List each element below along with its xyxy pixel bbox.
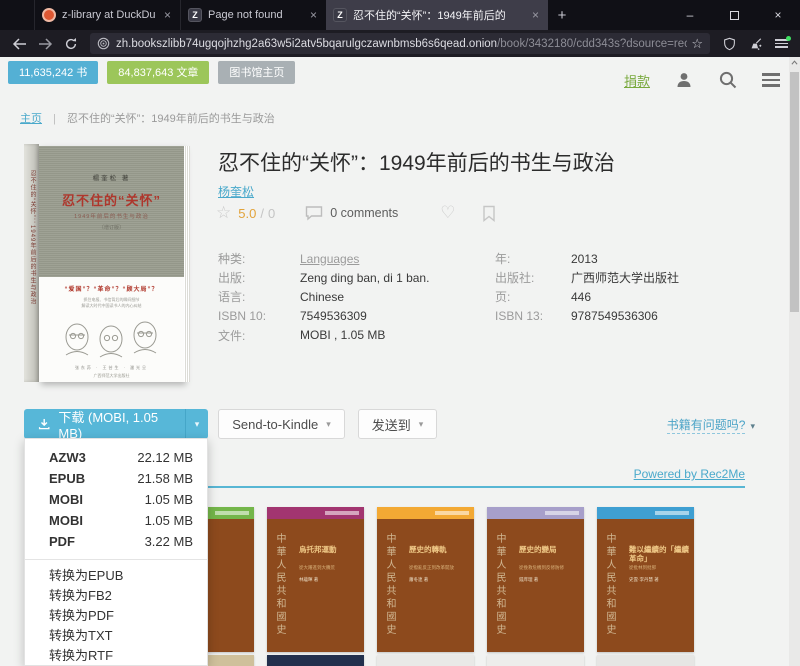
tab-close-icon[interactable]: × (530, 8, 541, 22)
bookmark-icon[interactable] (482, 205, 496, 222)
url-host: zh.bookszlibb74ugqojhzhg2a63w5i2atv5bqar… (116, 38, 497, 50)
articles-count-badge[interactable]: 84,837,643 文章 (107, 61, 209, 84)
breadcrumb: 主页 | 忍不住的“关怀”：1949年前后的书生与政治 (20, 110, 275, 126)
download-formats-caret[interactable]: ▾ (185, 409, 208, 439)
related-book-cover[interactable]: 中華人民共和國史 歷史的變局 從挽救危機到反修防修 錢庠理 著 (487, 507, 584, 652)
breadcrumb-home-link[interactable]: 主页 (20, 113, 42, 125)
rating-row: ☆ 5.0 / 0 0 comments ♡ (216, 203, 496, 223)
tab-close-icon[interactable]: × (308, 8, 319, 22)
update-dot (786, 36, 791, 41)
user-profile-icon[interactable] (674, 70, 694, 90)
favorite-heart-icon[interactable]: ♡ (440, 203, 455, 223)
related-book-cover[interactable]: 中華人民共和國史 烏托邦運動 從大躍進到大饑荒 林蘊暉 著 (267, 507, 364, 652)
related-book-cover[interactable] (487, 655, 584, 666)
menu-item-format[interactable]: EPUB21.58 MB (25, 468, 207, 489)
powered-by-link[interactable]: Powered by Rec2Me (634, 467, 745, 481)
tab-duckduckgo[interactable]: z-library at DuckDuckGo × (34, 0, 180, 30)
cover-title: 忍不住的“关怀” (39, 190, 184, 209)
scroll-up-icon[interactable] (791, 60, 798, 65)
books-count-badge[interactable]: 11,635,242 书 (8, 61, 98, 84)
zlibrary-icon: Z (188, 8, 202, 22)
comments-count[interactable]: 0 comments (330, 206, 398, 220)
related-book-cover[interactable]: 中華人民共和國史 歷史的轉軌 從撥亂反正到改革開放 蕭冬連 著 (377, 507, 474, 652)
search-icon[interactable] (718, 70, 738, 90)
menu-item-convert[interactable]: 转换为TXT (25, 626, 207, 646)
send-to-kindle-button[interactable]: Send-to-Kindle▾ (218, 409, 345, 439)
minimize-button[interactable]: – (668, 0, 712, 30)
download-format-menu: AZW322.12 MB EPUB21.58 MB MOBI1.05 MB MO… (24, 438, 208, 666)
related-books: 中華人民共和國史 選擇 中華人民共和國史 烏托邦運動 從大躍進到大饑荒 林蘊暉 … (157, 507, 694, 652)
window-controls: – × (668, 0, 800, 30)
maximize-button[interactable] (712, 0, 756, 30)
tab-book-page-active[interactable]: Z 忍不住的“关怀”：1949年前后的 × (326, 0, 548, 30)
book-cover[interactable]: 忍不住的“关怀”：1949年前后的书生与政治 楊奎松 著 忍不住的“关怀” 19… (24, 142, 190, 386)
tab-title: 忍不住的“关怀”：1949年前后的 (353, 7, 524, 23)
categories-link[interactable]: Languages (300, 252, 359, 266)
back-icon[interactable] (6, 33, 32, 55)
cover-quote: “爱国”？“革命”？“顾大局”？ (39, 284, 184, 293)
related-book-cover[interactable] (597, 655, 694, 666)
tab-close-icon[interactable]: × (162, 8, 173, 22)
forward-icon[interactable] (32, 33, 58, 55)
duckduckgo-icon (42, 8, 56, 22)
menu-item-format[interactable]: PDF3.22 MB (25, 531, 207, 552)
zlibrary-page: 11,635,242 书 84,837,643 文章 图书馆主页 捐款 主页 |… (0, 57, 800, 666)
menu-item-convert[interactable]: 转换为EPUB (25, 566, 207, 586)
page-scrollbar[interactable] (789, 57, 800, 666)
browser-menu-icon[interactable] (768, 33, 794, 55)
book-details: 种类:Languages 出版:Zeng ding ban, di 1 ban.… (218, 249, 679, 345)
zlibrary-icon: Z (333, 8, 347, 22)
book-spine: 忍不住的“关怀”：1949年前后的书生与政治 (24, 144, 39, 382)
onion-site-icon[interactable] (97, 37, 110, 50)
donate-link[interactable]: 捐款 (624, 71, 650, 90)
url-path: /book/3432180/cdd343s?dsource=recom (497, 38, 687, 50)
scrollbar-thumb[interactable] (790, 72, 799, 312)
reload-icon[interactable] (58, 33, 84, 55)
rating-star-icon[interactable]: ☆ (216, 203, 231, 223)
comments-icon[interactable] (305, 205, 323, 221)
tab-title: Page not found (208, 9, 302, 21)
cover-edition: 〔增订版〕 (39, 224, 184, 231)
cover-subtitle: 1949年前后的书生与政治 (39, 212, 184, 220)
breadcrumb-current: 忍不住的“关怀”：1949年前后的书生与政治 (67, 113, 275, 125)
tab-bar: z-library at DuckDuckGo × Z Page not fou… (0, 0, 800, 30)
cover-author: 楊奎松 著 (39, 172, 184, 182)
new-tab-button[interactable]: + (548, 0, 576, 30)
url-input[interactable]: zh.bookszlibb74ugqojhzhg2a63w5i2atv5bqar… (90, 33, 710, 54)
menu-item-format[interactable]: MOBI1.05 MB (25, 489, 207, 510)
site-menu-icon[interactable] (762, 70, 780, 90)
close-button[interactable]: × (756, 0, 800, 30)
library-home-badge[interactable]: 图书馆主页 (218, 61, 295, 84)
related-books-row2 (157, 655, 694, 666)
menu-item-convert[interactable]: 转换为PDF (25, 606, 207, 626)
menu-item-convert[interactable]: 转换为RTF (25, 646, 207, 666)
download-button[interactable]: 下载 (MOBI, 1.05 MB) (24, 409, 185, 439)
related-book-cover[interactable] (377, 655, 474, 666)
send-to-button[interactable]: 发送到▾ (358, 409, 437, 439)
menu-item-format[interactable]: AZW322.12 MB (25, 447, 207, 468)
menu-item-format[interactable]: MOBI1.05 MB (25, 510, 207, 531)
bookmark-star-icon[interactable]: ☆ (691, 36, 703, 52)
shield-icon[interactable] (716, 33, 742, 55)
related-book-cover[interactable]: 中華人民共和國史 難以繼續的「繼續革命」 從批林到批鄧 史雲·李丹慧 著 (597, 507, 694, 652)
stats-badges: 11,635,242 书 84,837,643 文章 图书馆主页 (8, 61, 295, 84)
tab-title: z-library at DuckDuckGo (62, 9, 156, 21)
rating-value: 5.0 (238, 206, 256, 221)
cover-publisher: 广西师范大学出版社 (39, 373, 184, 379)
author-link[interactable]: 杨奎松 (218, 183, 254, 200)
maximize-icon (730, 11, 739, 20)
report-book-link[interactable]: 书籍有问题吗?▾ (667, 416, 755, 433)
rating-count: 0 (268, 206, 275, 221)
cover-names: 张东荪 · 王芸生 · 潘光旦 (39, 365, 184, 371)
address-bar: zh.bookszlibb74ugqojhzhg2a63w5i2atv5bqar… (0, 30, 800, 57)
tab-page-not-found[interactable]: Z Page not found × (180, 0, 326, 30)
browser-window: z-library at DuckDuckGo × Z Page not fou… (0, 0, 800, 666)
cover-portraits (57, 315, 165, 361)
related-book-cover[interactable] (267, 655, 364, 666)
page-title: 忍不住的“关怀”：1949年前后的书生与政治 (218, 147, 738, 177)
cleaner-broom-icon[interactable] (742, 33, 768, 55)
menu-item-convert[interactable]: 转换为FB2 (25, 586, 207, 606)
